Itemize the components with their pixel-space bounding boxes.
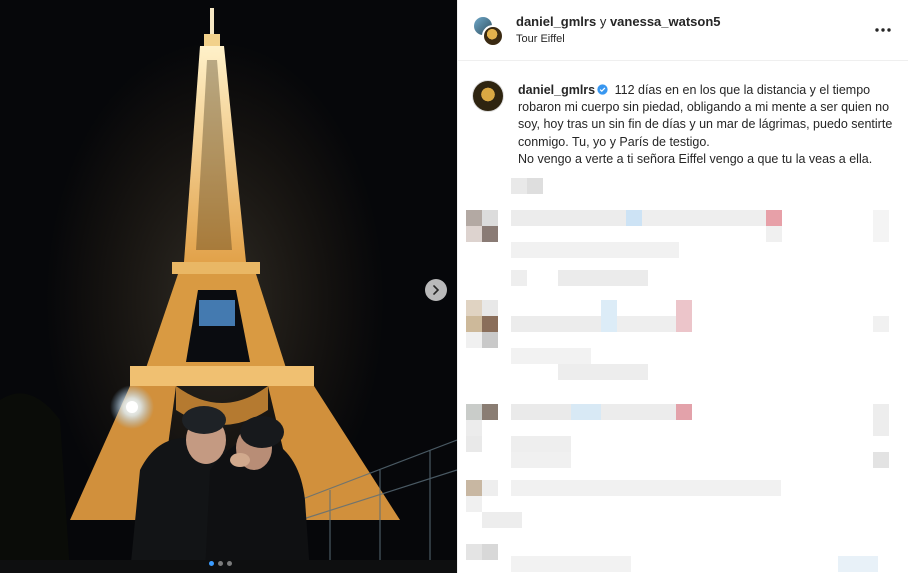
carousel-dot bbox=[227, 561, 232, 566]
username-link[interactable]: vanessa_watson5 bbox=[610, 14, 721, 29]
caption-text: daniel_gmlrs 112 días en en los que la d… bbox=[518, 82, 903, 168]
eiffel-tower-photo bbox=[0, 0, 457, 573]
carousel-dot bbox=[218, 561, 223, 566]
username-joiner: y bbox=[599, 14, 607, 29]
collab-usernames: daniel_gmlrs y vanessa_watson5 bbox=[516, 14, 721, 29]
chevron-right-icon bbox=[433, 285, 440, 295]
avatar[interactable] bbox=[472, 80, 504, 112]
post-photo[interactable] bbox=[0, 0, 457, 573]
verified-badge-icon bbox=[597, 84, 608, 95]
more-options-button[interactable] bbox=[872, 19, 894, 41]
avatar[interactable] bbox=[482, 25, 504, 47]
location-link[interactable]: Tour Eiffel bbox=[516, 33, 565, 45]
more-dots-icon bbox=[875, 28, 891, 32]
collab-avatars[interactable] bbox=[472, 15, 504, 47]
post-header: daniel_gmlrs y vanessa_watson5 Tour Eiff… bbox=[458, 0, 908, 61]
username-link[interactable]: daniel_gmlrs bbox=[516, 14, 596, 29]
post-side-panel: daniel_gmlrs y vanessa_watson5 Tour Eiff… bbox=[457, 0, 908, 573]
caption-line: No vengo a verte a ti señora Eiffel veng… bbox=[518, 151, 873, 166]
caption-username[interactable]: daniel_gmlrs bbox=[518, 83, 595, 97]
carousel-dot bbox=[209, 561, 214, 566]
carousel-indicator bbox=[209, 561, 232, 566]
pixelated-comments bbox=[466, 178, 889, 572]
carousel-next-button[interactable] bbox=[425, 279, 447, 301]
